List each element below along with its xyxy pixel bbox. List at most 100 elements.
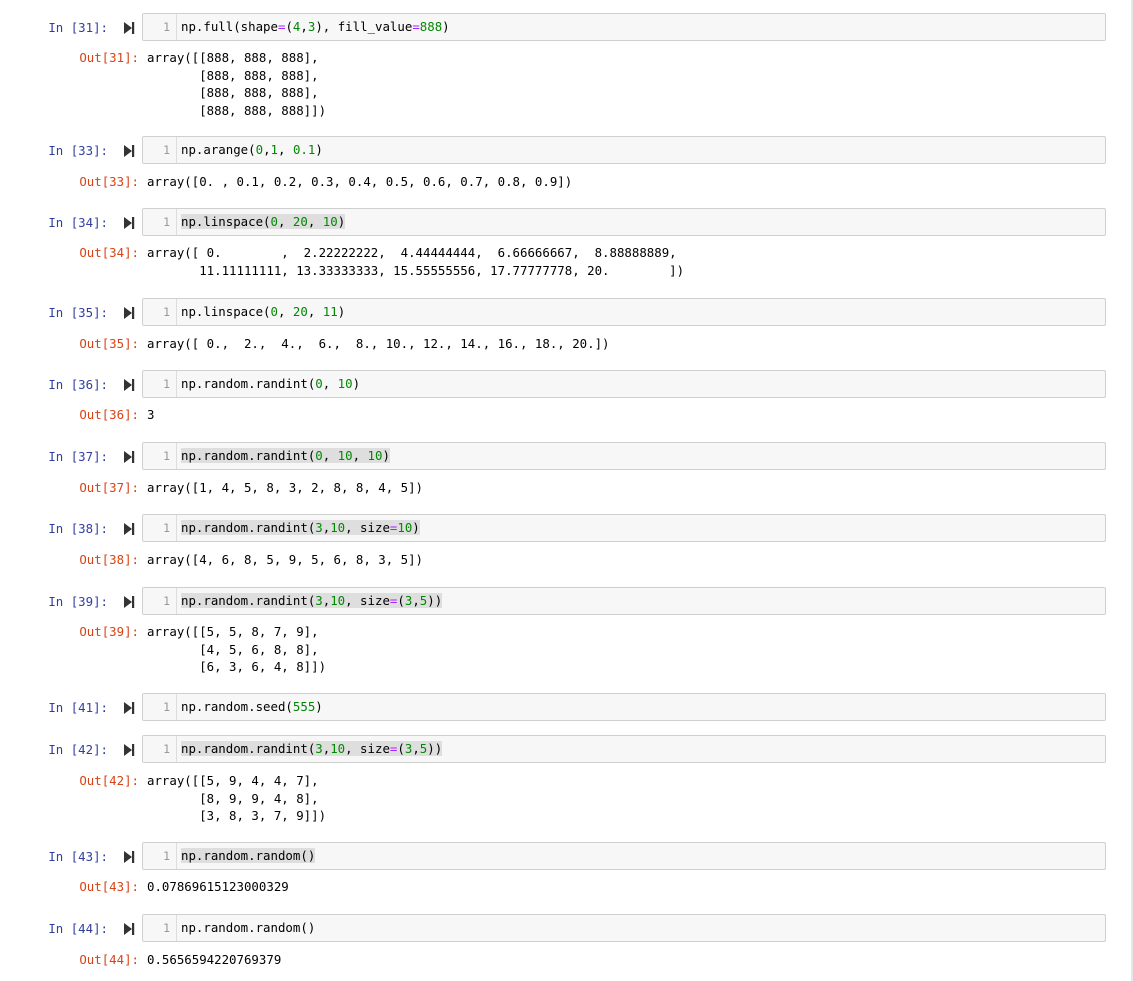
code-input[interactable]: 1 np.random.randint(0, 10) <box>142 370 1106 398</box>
code-input[interactable]: 1 np.random.randint(3,10, size=10) <box>142 514 1106 542</box>
code-token: 0 <box>270 304 278 319</box>
code-token: , size <box>345 741 390 756</box>
code-input[interactable]: 1 np.random.random() <box>142 914 1106 942</box>
line-number: 1 <box>163 742 170 756</box>
code-token: ( <box>397 593 405 608</box>
code-line[interactable]: np.linspace(0, 20, 10) <box>181 209 346 235</box>
code-line[interactable]: np.random.randint(3,10, size=(3,5)) <box>181 588 443 614</box>
line-number-gutter: 1 <box>143 915 177 941</box>
in-prompt: In [38]: <box>48 521 108 536</box>
code-input[interactable]: 1 np.random.randint(3,10, size=(3,5)) <box>142 735 1106 763</box>
run-cell-icon[interactable] <box>122 922 136 936</box>
code-token: 3 <box>315 741 323 756</box>
code-input[interactable]: 1 np.random.randint(3,10, size=(3,5)) <box>142 587 1106 615</box>
code-input[interactable]: 1 np.random.seed(555) <box>142 693 1106 721</box>
code-line[interactable]: np.linspace(0, 20, 11) <box>181 299 345 325</box>
line-number-gutter: 1 <box>143 588 177 614</box>
code-token: 11 <box>322 304 338 319</box>
code-token: , <box>278 304 293 319</box>
input-row: In [33]: 1 np.arange(0,1, 0.1) <box>0 136 1133 166</box>
code-token: )) <box>427 741 443 756</box>
code-text: np.random.randint(0, 10) <box>181 376 360 391</box>
code-line[interactable]: np.random.randint(0, 10, 10) <box>181 443 390 469</box>
out-prompt: Out[42]: <box>79 773 139 788</box>
code-line[interactable]: np.random.seed(555) <box>181 694 323 720</box>
run-cell-icon[interactable] <box>122 378 136 392</box>
code-input[interactable]: 1 np.full(shape=(4,3), fill_value=888) <box>142 13 1106 41</box>
code-token: )) <box>427 593 443 608</box>
line-number-gutter: 1 <box>143 299 177 325</box>
run-cell-icon[interactable] <box>122 850 136 864</box>
code-text: np.full(shape=(4,3), fill_value=888) <box>181 19 450 34</box>
input-row: In [44]: 1 np.random.random() <box>0 914 1133 944</box>
code-line[interactable]: np.full(shape=(4,3), fill_value=888) <box>181 14 450 40</box>
run-cell-icon[interactable] <box>122 743 136 757</box>
code-input[interactable]: 1 np.linspace(0, 20, 11) <box>142 298 1106 326</box>
code-text: np.linspace(0, 20, 11) <box>181 304 345 319</box>
run-cell-icon[interactable] <box>122 306 136 320</box>
code-token: , <box>300 19 308 34</box>
code-line[interactable]: np.random.random() <box>181 843 316 869</box>
code-text: np.random.random() <box>181 848 316 863</box>
code-token: np.random.randint( <box>181 741 316 756</box>
code-line[interactable]: np.arange(0,1, 0.1) <box>181 137 323 163</box>
run-cell-icon[interactable] <box>122 522 136 536</box>
line-number-gutter: 1 <box>143 443 177 469</box>
run-cell-icon[interactable] <box>122 216 136 230</box>
run-cell-icon[interactable] <box>122 144 136 158</box>
code-input[interactable]: 1 np.random.random() <box>142 842 1106 870</box>
code-token: np.random.seed( <box>181 699 293 714</box>
out-prompt: Out[34]: <box>79 245 139 260</box>
code-line[interactable]: np.random.random() <box>181 915 315 941</box>
code-token: np.random.random() <box>181 848 316 863</box>
code-token: 3 <box>315 593 323 608</box>
code-line[interactable]: np.random.randint(3,10, size=10) <box>181 515 420 541</box>
code-token: 20 <box>292 304 308 319</box>
code-token: 10 <box>367 448 383 463</box>
output-text: array([1, 4, 5, 8, 3, 2, 8, 8, 4, 5]) <box>147 480 424 495</box>
code-token: , <box>322 376 338 391</box>
in-prompt: In [42]: <box>48 742 108 757</box>
run-cell-icon[interactable] <box>122 701 136 715</box>
code-text: np.random.randint(3,10, size=10) <box>181 520 420 535</box>
line-number-gutter: 1 <box>143 736 177 762</box>
code-token: 555 <box>292 699 316 714</box>
code-token: , <box>278 214 293 229</box>
run-cell-icon[interactable] <box>122 595 136 609</box>
in-prompt: In [39]: <box>48 594 108 609</box>
line-number-gutter: 1 <box>143 209 177 235</box>
code-token: , <box>412 741 420 756</box>
run-cell-icon[interactable] <box>122 450 136 464</box>
code-token: np.random.randint( <box>181 520 316 535</box>
code-text: np.random.seed(555) <box>181 699 323 714</box>
output-text: 3 <box>147 407 155 422</box>
input-row: In [39]: 1 np.random.randint(3,10, size=(3… <box>0 587 1133 617</box>
code-token: ), fill_value <box>315 19 413 34</box>
code-token: ) <box>315 142 323 157</box>
code-token: 0.1 <box>292 142 316 157</box>
line-number: 1 <box>163 594 170 608</box>
input-row: In [42]: 1 np.random.randint(3,10, size=(3… <box>0 735 1133 765</box>
line-number: 1 <box>163 449 170 463</box>
code-line[interactable]: np.random.randint(3,10, size=(3,5)) <box>181 736 443 762</box>
code-token: ) <box>352 376 361 391</box>
output-text: array([ 0. , 2.22222222, 4.44444444, 6.6… <box>147 245 685 278</box>
code-token: np.arange( <box>181 142 256 157</box>
code-token: ) <box>382 448 390 463</box>
code-token: 888 <box>419 19 443 34</box>
code-token: np.random.randint( <box>181 376 316 391</box>
in-prompt: In [37]: <box>48 449 108 464</box>
code-line[interactable]: np.random.randint(0, 10) <box>181 371 360 397</box>
code-token: np.random.randint( <box>181 593 316 608</box>
code-input[interactable]: 1 np.random.randint(0, 10, 10) <box>142 442 1106 470</box>
line-number-gutter: 1 <box>143 515 177 541</box>
line-number: 1 <box>163 20 170 34</box>
run-cell-icon[interactable] <box>122 21 136 35</box>
out-prompt: Out[33]: <box>79 174 139 189</box>
code-token: ) <box>337 304 346 319</box>
line-number-gutter: 1 <box>143 14 177 40</box>
code-input[interactable]: 1 np.linspace(0, 20, 10) <box>142 208 1106 236</box>
output-text: array([[888, 888, 888], [888, 888, 888],… <box>147 50 327 118</box>
code-token: 10 <box>330 593 346 608</box>
code-input[interactable]: 1 np.arange(0,1, 0.1) <box>142 136 1106 164</box>
